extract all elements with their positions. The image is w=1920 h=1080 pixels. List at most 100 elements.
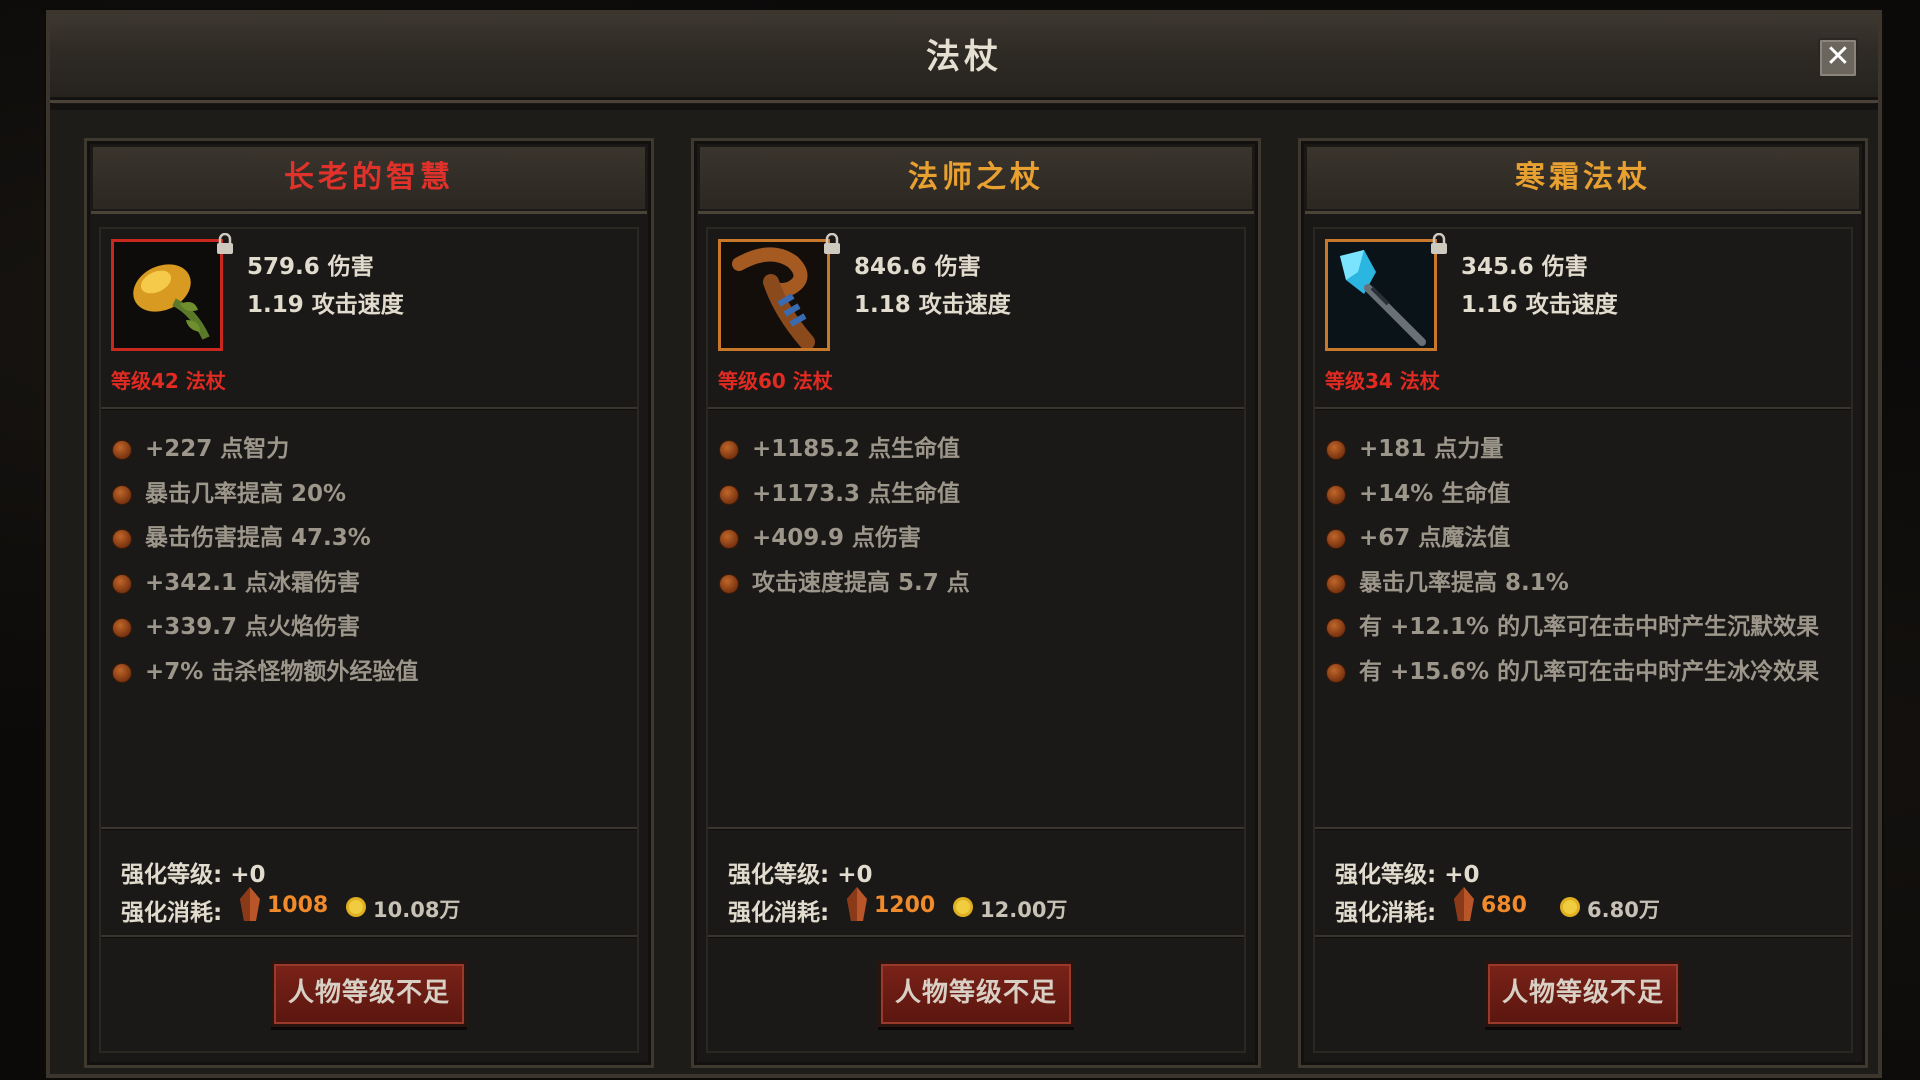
bullet-dot-icon bbox=[113, 441, 131, 459]
attack-speed-stat: 1.16 攻击速度 bbox=[1461, 292, 1618, 318]
attribute-item: 暴击伤害提高 47.3% bbox=[111, 516, 627, 561]
bullet-dot-icon bbox=[1327, 574, 1345, 593]
attribute-text: +339.7 点火焰伤害 bbox=[145, 614, 361, 640]
title-bar: 法杖 ✕ bbox=[50, 14, 1878, 103]
attribute-item: 暴击几率提高 20% bbox=[111, 472, 627, 517]
divider bbox=[101, 935, 637, 937]
attribute-text: 暴击几率提高 8.1% bbox=[1359, 569, 1569, 596]
bullet-dot-icon bbox=[113, 574, 131, 593]
attack-speed-stat: 1.19 攻击速度 bbox=[247, 292, 404, 318]
divider bbox=[708, 407, 1244, 409]
crystal-cost: 1200 bbox=[874, 893, 936, 918]
attribute-text: +1173.3 点生命值 bbox=[752, 480, 961, 507]
attribute-item: +339.7 点火焰伤害 bbox=[111, 605, 627, 650]
enhance-cost-label: 强化消耗: bbox=[121, 900, 223, 926]
close-button[interactable]: ✕ bbox=[1818, 38, 1858, 78]
lock-icon bbox=[1429, 232, 1449, 255]
coin-cost: 6.80万 bbox=[1587, 898, 1660, 922]
attribute-item: +14% 生命值 bbox=[1325, 472, 1841, 517]
item-level: 等级60 法杖 bbox=[718, 369, 833, 393]
attribute-item: 攻击速度提高 5.7 点 bbox=[718, 561, 1234, 606]
attribute-text: +14% 生命值 bbox=[1359, 480, 1511, 507]
attribute-text: +7% 击杀怪物额外经验值 bbox=[145, 658, 419, 685]
attribute-text: 攻击速度提高 5.7 点 bbox=[752, 569, 970, 596]
insufficient-level-button[interactable]: 人物等级不足 bbox=[1485, 961, 1681, 1027]
enhance-level-label: 强化等级: bbox=[121, 862, 223, 888]
lock-icon bbox=[215, 232, 235, 255]
damage-stat: 846.6 伤害 bbox=[854, 254, 981, 280]
bullet-dot-icon bbox=[113, 530, 131, 548]
card-header: 寒霜法杖 bbox=[1305, 145, 1861, 214]
coin-cost: 10.08万 bbox=[373, 898, 461, 922]
damage-stat: 345.6 伤害 bbox=[1461, 254, 1588, 280]
enhance-level-value: +0 bbox=[230, 862, 266, 888]
enhance-level: 强化等级: +0 bbox=[1335, 855, 1480, 889]
item-card-frost-staff: 寒霜法杖 345.6 伤害 1.16 攻击速度 等级34 法杖 +181 点力量… bbox=[1298, 138, 1868, 1068]
attribute-text: +181 点力量 bbox=[1359, 436, 1504, 462]
curved-wooden-staff-icon[interactable] bbox=[718, 239, 830, 351]
bullet-dot-icon bbox=[720, 574, 738, 593]
attribute-item: 暴击几率提高 8.1% bbox=[1325, 561, 1841, 606]
card-header: 法师之杖 bbox=[698, 145, 1254, 214]
card-body: 846.6 伤害 1.18 攻击速度 等级60 法杖 +1185.2 点生命值 … bbox=[706, 227, 1246, 1053]
crystal-icon bbox=[1453, 887, 1475, 923]
enhance-cost-label: 强化消耗: bbox=[728, 900, 830, 926]
attribute-list: +181 点力量 +14% 生命值 +67 点魔法值 暴击几率提高 8.1% 有… bbox=[1325, 427, 1841, 694]
gold-coin-icon bbox=[952, 896, 974, 918]
attribute-list: +227 点智力 暴击几率提高 20% 暴击伤害提高 47.3% +342.1 … bbox=[111, 427, 627, 694]
item-name: 法师之杖 bbox=[908, 160, 1044, 195]
ice-crystal-staff-icon[interactable] bbox=[1325, 239, 1437, 351]
bullet-dot-icon bbox=[113, 663, 131, 682]
bullet-dot-icon bbox=[1327, 619, 1345, 637]
card-body: 579.6 伤害 1.19 攻击速度 等级42 法杖 +227 点智力 暴击几率… bbox=[99, 227, 639, 1053]
attribute-item: +409.9 点伤害 bbox=[718, 516, 1234, 561]
cards-container: 长老的智慧 579.6 伤害 1.19 攻击速度 等级42 法杖 +227 点智… bbox=[50, 104, 1878, 1074]
enhance-level: 强化等级: +0 bbox=[728, 855, 873, 889]
attack-speed-stat: 1.18 攻击速度 bbox=[854, 292, 1011, 318]
attribute-item: +1173.3 点生命值 bbox=[718, 472, 1234, 517]
attribute-text: 有 +15.6% 的几率可在击中时产生冰冷效果 bbox=[1359, 658, 1820, 685]
attribute-list: +1185.2 点生命值 +1173.3 点生命值 +409.9 点伤害 攻击速… bbox=[718, 427, 1234, 605]
bullet-dot-icon bbox=[113, 619, 131, 637]
divider bbox=[708, 827, 1244, 829]
item-level: 等级34 法杖 bbox=[1325, 369, 1440, 393]
item-card-mage-staff: 法师之杖 846.6 伤害 1.18 攻击速度 等级60 法杖 +1185.2 … bbox=[691, 138, 1261, 1068]
divider bbox=[1315, 827, 1851, 829]
crystal-icon bbox=[239, 887, 261, 923]
item-name: 长老的智慧 bbox=[284, 160, 454, 195]
attribute-text: +227 点智力 bbox=[145, 436, 290, 462]
attribute-text: +1185.2 点生命值 bbox=[752, 436, 961, 462]
enhance-level: 强化等级: +0 bbox=[121, 855, 266, 889]
window-title: 法杖 bbox=[926, 37, 1002, 77]
attribute-item: +227 点智力 bbox=[111, 427, 627, 472]
enhance-level-value: +0 bbox=[1444, 862, 1480, 888]
attribute-item: +1185.2 点生命值 bbox=[718, 427, 1234, 472]
attribute-item: +67 点魔法值 bbox=[1325, 516, 1841, 561]
enhance-cost-label: 强化消耗: bbox=[1335, 900, 1437, 926]
bullet-dot-icon bbox=[720, 441, 738, 459]
item-level: 等级42 法杖 bbox=[111, 369, 226, 393]
insufficient-level-button[interactable]: 人物等级不足 bbox=[271, 961, 467, 1027]
crystal-cost: 680 bbox=[1481, 893, 1527, 918]
divider bbox=[708, 935, 1244, 937]
enhance-level-label: 强化等级: bbox=[1335, 862, 1437, 888]
bullet-dot-icon bbox=[1327, 530, 1345, 548]
bullet-dot-icon bbox=[720, 530, 738, 548]
staff-window: 法杖 ✕ 长老的智慧 579.6 伤害 1.19 攻击速度 等级42 法杖 +2… bbox=[46, 10, 1882, 1078]
bullet-dot-icon bbox=[1327, 663, 1345, 682]
bullet-dot-icon bbox=[720, 485, 738, 504]
enhance-level-value: +0 bbox=[837, 862, 873, 888]
attribute-item: 有 +15.6% 的几率可在击中时产生冰冷效果 bbox=[1325, 650, 1841, 695]
divider bbox=[1315, 935, 1851, 937]
bullet-dot-icon bbox=[1327, 441, 1345, 459]
divider bbox=[1315, 407, 1851, 409]
attribute-text: +409.9 点伤害 bbox=[752, 525, 922, 551]
attribute-text: 有 +12.1% 的几率可在击中时产生沉默效果 bbox=[1359, 614, 1820, 640]
gold-coin-icon bbox=[1559, 896, 1581, 918]
insufficient-level-button[interactable]: 人物等级不足 bbox=[878, 961, 1074, 1027]
golden-seed-staff-icon[interactable] bbox=[111, 239, 223, 351]
attribute-text: +342.1 点冰霜伤害 bbox=[145, 569, 361, 596]
enhance-level-label: 强化等级: bbox=[728, 862, 830, 888]
attribute-item: +7% 击杀怪物额外经验值 bbox=[111, 650, 627, 695]
coin-cost: 12.00万 bbox=[980, 898, 1068, 922]
